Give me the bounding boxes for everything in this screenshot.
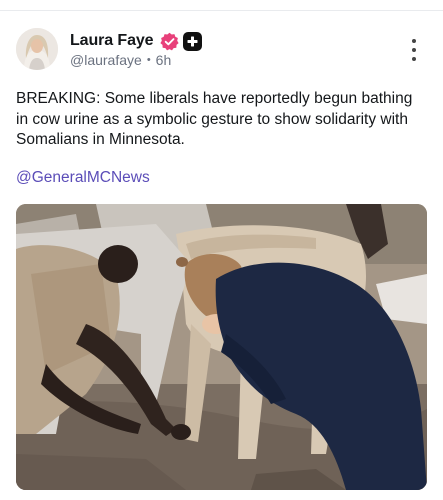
post-meta: @laurafaye • 6h — [70, 52, 171, 68]
post-media-photo[interactable] — [16, 204, 427, 490]
post-card: Laura Faye @laurafaye • 6h BREAKING: Som… — [0, 11, 443, 500]
post-body-text: BREAKING: Some liberals have reportedly … — [16, 90, 413, 148]
meta-separator: • — [146, 54, 151, 66]
avatar[interactable] — [16, 28, 58, 70]
more-vertical-icon[interactable] — [409, 39, 419, 61]
author-display-name[interactable]: Laura Faye — [70, 32, 154, 50]
plus-badge-icon — [182, 31, 202, 51]
author-row: Laura Faye — [70, 30, 202, 52]
photo-image — [16, 204, 427, 490]
avatar-image — [16, 28, 58, 70]
post-timestamp[interactable]: 6h — [156, 52, 172, 68]
verified-badge-icon — [159, 32, 179, 50]
author-handle[interactable]: @laurafaye — [70, 52, 142, 68]
mention-link[interactable]: @GeneralMCNews — [16, 169, 150, 187]
